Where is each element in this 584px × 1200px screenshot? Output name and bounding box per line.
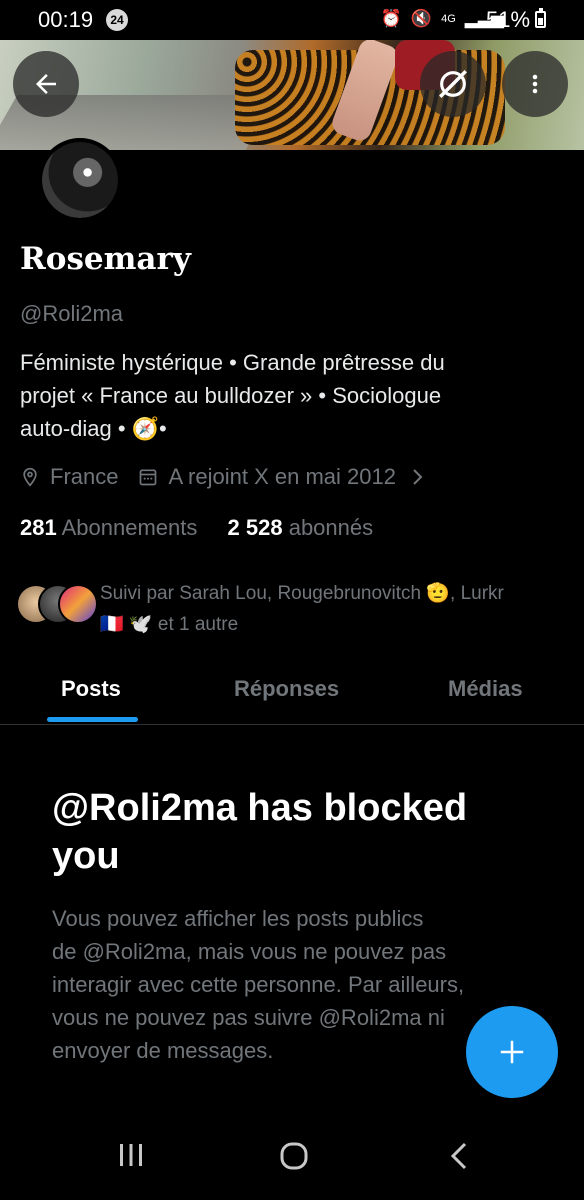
alarm-icon: ⏰ <box>380 9 402 28</box>
network-type: 4G <box>441 13 456 25</box>
battery-percent: 51% <box>486 7 531 32</box>
following-link[interactable]: 281 Abonnements <box>20 515 197 540</box>
back-icon[interactable] <box>448 1140 470 1177</box>
mutual-avatar <box>58 584 98 624</box>
back-button[interactable] <box>13 51 79 117</box>
location-pin-icon <box>20 466 40 488</box>
compose-button[interactable] <box>466 1006 558 1098</box>
grok-icon <box>439 70 467 98</box>
blocked-message-line: interagir avec cette personne. Par aille… <box>52 972 465 997</box>
tab-replies[interactable]: Réponses <box>234 676 339 702</box>
blocked-message-line: envoyer de messages. <box>52 1038 274 1063</box>
following-label: Abonnements <box>61 515 198 540</box>
recent-apps-icon[interactable] <box>116 1140 146 1175</box>
followed-by-line: 🇫🇷 🕊️ et 1 autre <box>100 614 239 635</box>
followed-by-line: Suivi par Sarah Lou, Rougebrunovitch 🫡, … <box>100 583 504 604</box>
blocked-title-line: @Roli2ma has blocked <box>52 787 468 829</box>
followed-by[interactable]: Suivi par Sarah Lou, Rougebrunovitch 🫡, … <box>16 578 570 640</box>
followers-count: 2 528 <box>227 515 283 540</box>
bio-line: projet « France au bulldozer » • Sociolo… <box>20 383 442 408</box>
profile-handle: @Roli2ma <box>20 301 124 326</box>
blocked-message-line: de @Roli2ma, mais vous ne pouvez pas <box>52 939 447 964</box>
arrow-left-icon <box>36 74 56 94</box>
profile-name: Rosemary <box>20 241 191 277</box>
bio-line: auto-diag • 🧭• <box>20 416 167 441</box>
following-count: 281 <box>20 515 57 540</box>
grok-button[interactable] <box>420 51 486 117</box>
more-vertical-icon <box>532 74 538 94</box>
bio-line: Féministe hystérique • Grande prêtresse … <box>20 350 445 375</box>
more-options-button[interactable] <box>502 51 568 117</box>
profile-location: France <box>50 464 119 489</box>
active-tab-indicator <box>47 717 138 722</box>
followers-label: abonnés <box>288 515 374 540</box>
mutual-avatars <box>16 578 98 624</box>
mute-icon: 🔇 <box>410 9 433 28</box>
profile-meta: France A rejoint X en mai 2012 <box>20 464 434 490</box>
profile-bio: Féministe hystérique • Grande prêtresse … <box>20 346 565 445</box>
battery-icon <box>535 8 546 28</box>
blocked-message: Vous pouvez afficher les posts publics d… <box>52 902 522 1067</box>
tab-posts[interactable]: Posts <box>61 676 121 702</box>
status-time: 00:19 <box>38 7 94 32</box>
chevron-right-icon[interactable] <box>410 468 424 486</box>
profile-tabs: Posts Réponses Médias <box>0 660 584 725</box>
blocked-title-line: you <box>52 835 120 877</box>
follow-stats: 281 Abonnements 2 528 abonnés <box>20 515 373 541</box>
blocked-message-line: Vous pouvez afficher les posts publics <box>52 906 424 931</box>
notification-count-badge: 24 <box>106 9 128 31</box>
followers-link[interactable]: 2 528 abonnés <box>228 515 374 540</box>
profile-avatar[interactable] <box>38 138 122 222</box>
blocked-message-line: vous ne pouvez pas suivre @Roli2ma ni <box>52 1005 445 1030</box>
calendar-icon <box>138 467 158 487</box>
profile-joined-date: A rejoint X en mai 2012 <box>168 464 396 489</box>
blocked-title: @Roli2ma has blocked you <box>52 784 552 880</box>
plus-icon <box>500 1040 524 1064</box>
tab-media[interactable]: Médias <box>448 676 523 702</box>
home-icon[interactable] <box>278 1140 310 1177</box>
followed-by-text: Suivi par Sarah Lou, Rougebrunovitch 🫡, … <box>100 578 570 640</box>
profile-banner[interactable] <box>0 40 584 150</box>
